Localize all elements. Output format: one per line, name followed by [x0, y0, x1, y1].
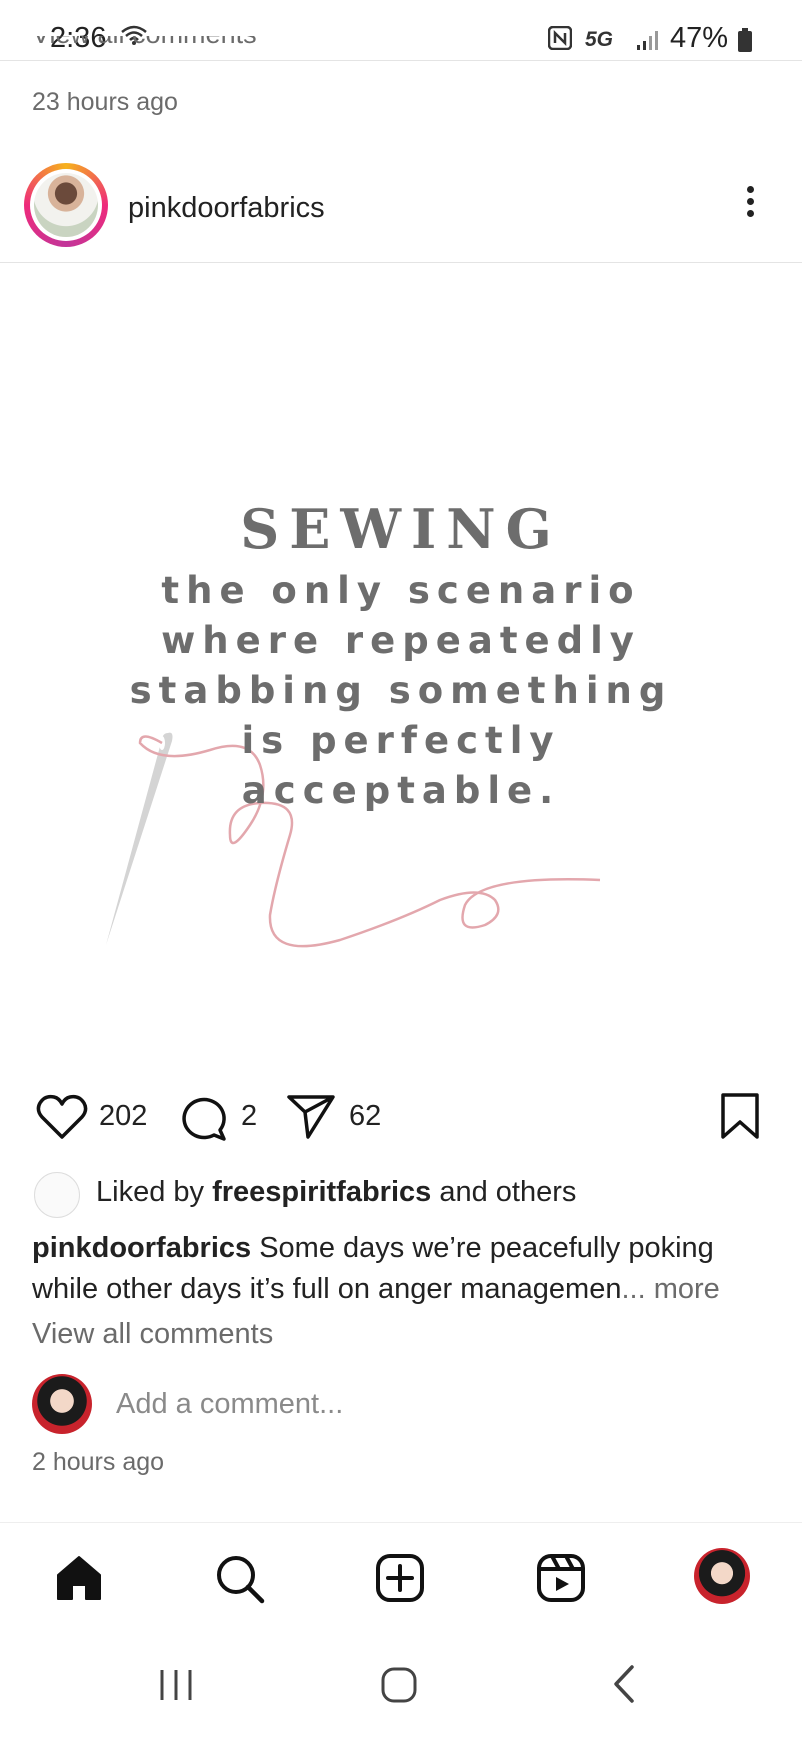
- create-icon[interactable]: [375, 1553, 425, 1603]
- battery-percent: 47%: [670, 22, 729, 54]
- needle-thread-illustration: [106, 732, 601, 948]
- quote-line: is perfectly: [241, 719, 561, 762]
- home-icon[interactable]: [54, 1553, 104, 1603]
- previous-view-comments[interactable]: View all comments: [32, 36, 257, 60]
- previous-post-time: 23 hours ago: [32, 88, 178, 116]
- comment-icon[interactable]: [180, 1094, 228, 1142]
- signal-icon: [637, 31, 658, 50]
- comment-count[interactable]: 2: [241, 1100, 257, 1133]
- liker-avatar[interactable]: [34, 1172, 80, 1218]
- quote-line: stabbing something: [129, 669, 673, 712]
- quote-title: SEWING: [240, 497, 562, 561]
- divider: [0, 60, 802, 61]
- more-options-icon[interactable]: [740, 186, 760, 226]
- post-time: 2 hours ago: [32, 1448, 165, 1476]
- liked-by[interactable]: Liked by freespiritfabrics and others: [96, 1176, 576, 1209]
- caption-username[interactable]: pinkdoorfabrics: [32, 1232, 251, 1264]
- like-count[interactable]: 202: [99, 1100, 147, 1133]
- battery-icon: [738, 28, 752, 52]
- bookmark-icon[interactable]: [720, 1092, 760, 1140]
- nfc-icon: [548, 26, 572, 50]
- quote-line: the only scenario: [161, 569, 641, 612]
- caption[interactable]: pinkdoorfabrics Some days we’re peaceful…: [32, 1228, 772, 1310]
- network-type: 5G: [585, 28, 614, 51]
- quote-line: acceptable.: [241, 769, 561, 812]
- home-button-icon[interactable]: [380, 1666, 418, 1704]
- share-icon[interactable]: [286, 1094, 336, 1140]
- share-count[interactable]: 62: [349, 1100, 381, 1133]
- reels-icon[interactable]: [536, 1553, 586, 1603]
- add-comment-input[interactable]: Add a comment...: [116, 1388, 343, 1421]
- avatar[interactable]: [34, 173, 98, 237]
- caption-more-link[interactable]: ... more: [621, 1273, 719, 1305]
- back-icon[interactable]: [612, 1664, 636, 1704]
- quote-line: where repeatedly: [161, 619, 641, 662]
- heart-icon[interactable]: [36, 1094, 88, 1140]
- view-all-comments[interactable]: View all comments: [32, 1318, 273, 1351]
- post-username[interactable]: pinkdoorfabrics: [128, 192, 325, 225]
- recent-apps-icon[interactable]: [158, 1668, 194, 1702]
- profile-icon[interactable]: [694, 1548, 750, 1604]
- search-icon[interactable]: [214, 1553, 266, 1605]
- liker-username[interactable]: freespiritfabrics: [212, 1176, 431, 1208]
- my-avatar: [32, 1374, 92, 1434]
